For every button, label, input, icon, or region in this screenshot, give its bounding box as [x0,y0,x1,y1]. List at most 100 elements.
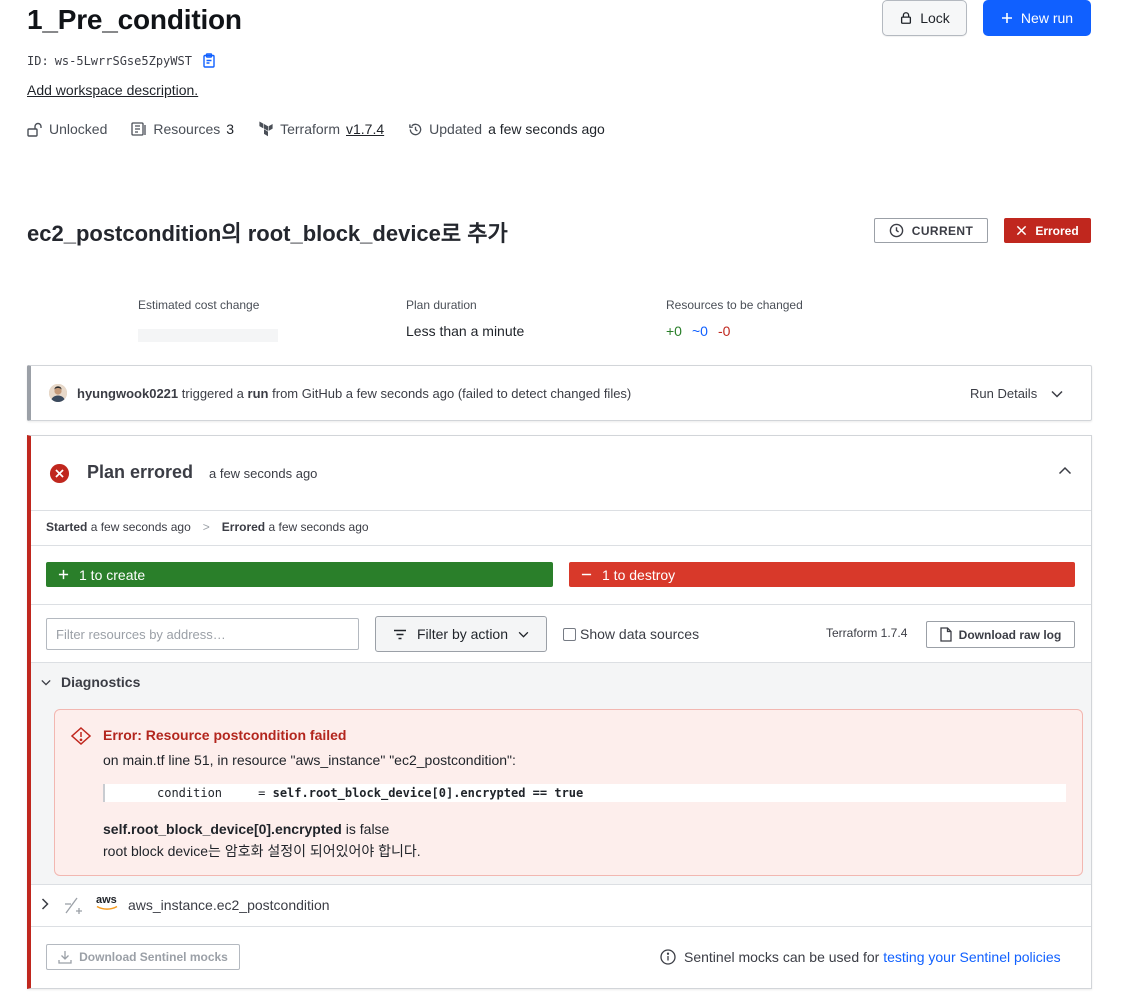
workspace-id-label: ID: [27,53,49,68]
run-trigger-panel: hyungwook0221 triggered a run from GitHu… [27,365,1092,421]
trigger-run-word: run [247,385,269,401]
avatar [49,384,67,402]
resources-changed-label: Resources to be changed [666,298,803,312]
trigger-user[interactable]: hyungwook0221 [77,386,178,401]
sentinel-note-text: Sentinel mocks can be used for [684,949,880,965]
download-sentinel-mocks-label: Download Sentinel mocks [79,950,228,964]
started-value: a few seconds ago [90,520,191,534]
chevron-right-icon[interactable] [41,898,49,910]
trigger-text-b: from GitHub a few seconds ago (failed to… [272,385,632,401]
download-sentinel-mocks-button[interactable]: Download Sentinel mocks [46,944,240,970]
clock-icon [889,223,904,238]
history-icon [408,122,423,137]
aws-provider-logo: aws [96,894,118,910]
code-expression: self.root_block_device[0].encrypted == t… [272,786,584,800]
show-data-sources[interactable]: Show data sources [563,626,699,642]
workspace-id: ID: ws-5LwrrSGse5ZpyWST [27,53,216,68]
minus-icon [581,569,592,580]
add-count: +0 [666,323,682,339]
to-create-bar[interactable]: 1 to create [46,562,553,587]
plan-duration-value: Less than a minute [406,323,525,339]
show-data-sources-checkbox[interactable] [563,627,576,641]
add-description-link[interactable]: Add workspace description. [27,82,198,98]
lock-button-label: Lock [920,10,950,26]
resources-count[interactable]: Resources 3 [131,121,234,137]
error-expression-suffix: is false [341,821,390,837]
divider [31,926,1091,927]
workspace-id-value: ws-5LwrrSGse5ZpyWST [54,53,192,68]
unlock-icon [27,122,43,137]
filter-by-action-dropdown[interactable]: Filter by action [375,616,547,652]
to-create-label: 1 to create [79,566,146,583]
file-icon [940,627,952,642]
workspace-meta: Unlocked Resources 3 Terraform v1.7.4 Up… [27,121,629,137]
lock-status-label: Unlocked [49,121,108,137]
sentinel-policies-link[interactable]: testing your Sentinel policies [883,949,1060,965]
chevron-down-icon [518,631,529,638]
run-title: ec2_postcondition의 root_block_device로 추가 [27,221,508,246]
updated-value: a few seconds ago [488,121,605,137]
cost-change-label: Estimated cost change [138,298,260,312]
plan-timeline: Started a few seconds ago > Errored a fe… [46,520,369,534]
new-run-button[interactable]: New run [983,0,1091,36]
lock-status: Unlocked [27,121,107,137]
current-badge-label: CURRENT [911,223,974,238]
divider [31,604,1091,605]
plan-time: a few seconds ago [209,466,318,481]
chevron-down-icon [41,679,51,686]
status-badge: Errored [1004,218,1091,243]
updated-time: Updated a few seconds ago [408,121,605,137]
resources-changed-counts: +0 ~0 -0 [666,323,730,339]
started-label: Started [46,520,88,534]
error-circle-icon [49,463,70,484]
resources-label: Resources [153,121,221,137]
diagnostics-toggle[interactable]: Diagnostics [41,674,140,690]
resource-name[interactable]: aws_instance.ec2_postcondition [128,897,330,913]
status-badge-label: Errored [1035,223,1079,238]
code-key: condition = [157,786,273,800]
error-code-snippet: condition = self.root_block_device[0].en… [103,784,1066,802]
run-details-label: Run Details [970,386,1038,401]
to-destroy-label: 1 to destroy [602,566,676,583]
show-data-sources-label: Show data sources [580,626,700,642]
error-message: root block device는 암호화 설정이 되어있어야 합니다. [103,843,421,859]
terraform-label: Terraform [280,121,340,137]
download-icon [58,950,72,964]
error-title: Error: Resource postcondition failed [103,727,347,743]
chevron-up-icon[interactable] [1058,466,1072,475]
filter-resources-input[interactable] [46,618,359,650]
filter-icon [393,629,407,640]
run-details-toggle[interactable]: Run Details [970,386,1063,401]
resource-replace-icon [64,896,84,914]
terraform-version: Terraform v1.7.4 [258,121,384,137]
download-raw-log-label: Download raw log [958,627,1062,642]
warning-diamond-icon [71,727,91,745]
aws-provider-label: aws [96,894,117,906]
error-location: on main.tf line 51, in resource "aws_ins… [103,752,516,768]
current-badge: CURRENT [874,218,988,243]
download-raw-log-button[interactable]: Download raw log [926,621,1075,648]
plus-icon [58,569,69,580]
plus-icon [1001,12,1013,24]
clipboard-icon[interactable] [202,53,216,68]
resources-icon [131,122,147,136]
change-count: ~0 [691,323,708,339]
new-run-button-label: New run [1020,10,1074,26]
terraform-icon [258,121,274,137]
error-expression-value: self.root_block_device[0].encrypted [103,821,342,837]
filter-by-action-label: Filter by action [416,626,509,642]
info-icon [660,949,676,965]
resources-value: 3 [226,121,235,137]
terraform-version-link[interactable]: v1.7.4 [346,121,384,137]
destroy-count: -0 [717,323,731,339]
to-destroy-bar[interactable]: 1 to destroy [569,562,1075,587]
chevron-down-icon [1051,390,1063,398]
lock-button[interactable]: Lock [882,0,967,36]
plan-duration-label: Plan duration [406,298,477,312]
updated-label: Updated [429,121,483,137]
diagnostics-label: Diagnostics [61,674,141,690]
x-icon [1016,225,1027,236]
trigger-text-a: triggered a [181,385,244,401]
plan-title: Plan errored [87,462,194,482]
errored-label: Errored [221,520,266,534]
